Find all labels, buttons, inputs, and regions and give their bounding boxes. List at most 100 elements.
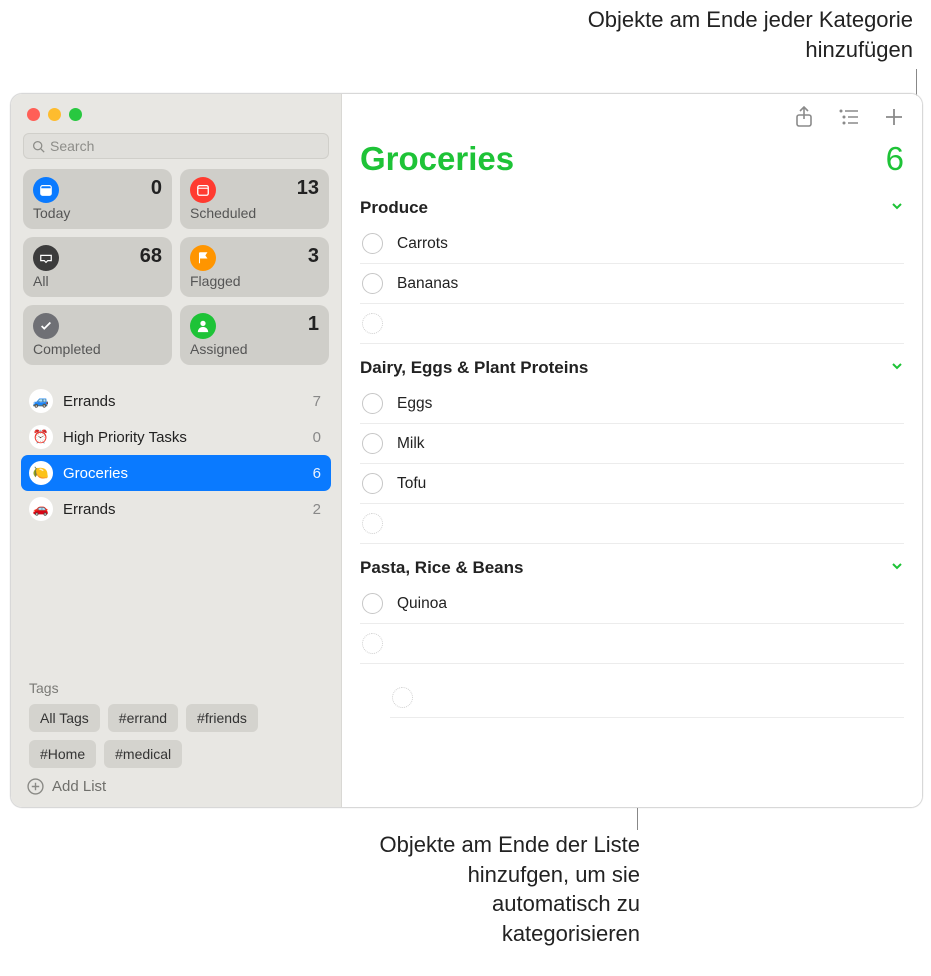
minimize-window-button[interactable] <box>48 108 61 121</box>
section-title: Dairy, Eggs & Plant Proteins <box>360 358 588 378</box>
add-item-circle-icon <box>362 313 383 334</box>
smart-label: Completed <box>33 341 162 357</box>
list-header: Groceries 6 <box>342 140 922 184</box>
search-icon <box>32 140 45 153</box>
annotation-top: Objekte am Ende jeder Kategorie hinzufüg… <box>513 5 913 64</box>
section-title: Produce <box>360 198 428 218</box>
smart-assigned[interactable]: 1 Assigned <box>180 305 329 365</box>
list-label: Groceries <box>63 465 128 482</box>
complete-toggle[interactable] <box>362 473 383 494</box>
section-header[interactable]: Produce <box>360 184 904 224</box>
list-count: 0 <box>313 429 321 446</box>
tags: All Tags #errand #friends #Home #medical <box>29 704 329 768</box>
add-item-row[interactable] <box>360 504 904 544</box>
reminder-label: Carrots <box>397 235 448 253</box>
zoom-window-button[interactable] <box>69 108 82 121</box>
list-count: 6 <box>886 140 904 178</box>
list-icon: 🚙 <box>29 389 53 413</box>
smart-completed[interactable]: Completed <box>23 305 172 365</box>
reminder-item[interactable]: Tofu <box>360 464 904 504</box>
calendar-icon <box>190 177 216 203</box>
complete-toggle[interactable] <box>362 273 383 294</box>
reminder-item[interactable]: Bananas <box>360 264 904 304</box>
sidebar-list-item[interactable]: 🚗Errands2 <box>21 491 331 527</box>
list-label: Errands <box>63 393 116 410</box>
smart-count: 3 <box>308 245 319 268</box>
section-header[interactable]: Pasta, Rice & Beans <box>360 544 904 584</box>
tag[interactable]: #errand <box>108 704 178 732</box>
reminder-item[interactable]: Carrots <box>360 224 904 264</box>
share-button[interactable] <box>794 106 814 128</box>
new-reminder-button[interactable] <box>884 107 904 127</box>
tag[interactable]: #friends <box>186 704 258 732</box>
chevron-down-icon <box>890 558 904 578</box>
list-label: High Priority Tasks <box>63 429 187 446</box>
sections: Produce Carrots Bananas Dairy, Eggs & Plant… <box>342 184 922 807</box>
reminder-item[interactable]: Eggs <box>360 384 904 424</box>
reminder-label: Bananas <box>397 275 458 293</box>
complete-toggle[interactable] <box>362 233 383 254</box>
reminder-label: Quinoa <box>397 595 447 613</box>
list-count: 2 <box>313 501 321 518</box>
smart-count: 1 <box>308 313 319 336</box>
tags-section: Tags All Tags #errand #friends #Home #medica… <box>11 668 341 768</box>
add-item-row[interactable] <box>360 624 904 664</box>
complete-toggle[interactable] <box>362 433 383 454</box>
toolbar <box>342 94 922 140</box>
plus-icon <box>884 107 904 127</box>
tags-heading: Tags <box>29 680 329 696</box>
list-bullet-indent-icon <box>838 108 860 126</box>
smart-label: All <box>33 273 162 289</box>
list-title: Groceries <box>360 140 514 178</box>
share-icon <box>794 106 814 128</box>
close-window-button[interactable] <box>27 108 40 121</box>
sidebar-list-item[interactable]: 🍋 Groceries 6 <box>21 455 331 491</box>
complete-toggle[interactable] <box>362 593 383 614</box>
smart-label: Today <box>33 205 162 221</box>
main-panel: Groceries 6 Produce Carrots Bananas Dairy, … <box>342 94 922 807</box>
smart-scheduled[interactable]: 13 Scheduled <box>180 169 329 229</box>
search-placeholder: Search <box>50 138 94 154</box>
view-options-button[interactable] <box>838 108 860 126</box>
sidebar: Search 0 Today 13 Scheduled <box>11 94 342 807</box>
tag[interactable]: All Tags <box>29 704 100 732</box>
smart-count: 0 <box>151 177 162 200</box>
add-item-circle-icon <box>392 687 413 708</box>
add-item-row[interactable] <box>360 304 904 344</box>
tag[interactable]: #medical <box>104 740 182 768</box>
checkmark-icon <box>33 313 59 339</box>
reminder-label: Eggs <box>397 395 432 413</box>
smart-flagged[interactable]: 3 Flagged <box>180 237 329 297</box>
sidebar-list-item[interactable]: 🚙 Errands 7 <box>21 383 331 419</box>
person-icon <box>190 313 216 339</box>
list-count: 6 <box>313 465 321 482</box>
search-input[interactable]: Search <box>23 133 329 159</box>
annotation-bottom: Objekte am Ende der Liste hinzufgen, um … <box>370 830 640 949</box>
list-count: 7 <box>313 393 321 410</box>
reminder-label: Milk <box>397 435 425 453</box>
add-item-row-uncategorized[interactable] <box>390 678 904 718</box>
window-controls <box>11 94 341 133</box>
smart-today[interactable]: 0 Today <box>23 169 172 229</box>
sidebar-list-item[interactable]: ⏰ High Priority Tasks 0 <box>21 419 331 455</box>
app-window: Search 0 Today 13 Scheduled <box>10 93 923 808</box>
inbox-icon <box>33 245 59 271</box>
chevron-down-icon <box>890 358 904 378</box>
complete-toggle[interactable] <box>362 393 383 414</box>
reminder-item[interactable]: Milk <box>360 424 904 464</box>
add-list-label: Add List <box>52 778 106 795</box>
smart-count: 68 <box>140 245 162 268</box>
flag-icon <box>190 245 216 271</box>
calendar-today-icon <box>33 177 59 203</box>
plus-circle-icon <box>27 778 44 795</box>
smart-all[interactable]: 68 All <box>23 237 172 297</box>
smart-label: Flagged <box>190 273 319 289</box>
list-icon: ⏰ <box>29 425 53 449</box>
smart-label: Assigned <box>190 341 319 357</box>
smart-count: 13 <box>297 177 319 200</box>
reminder-item[interactable]: Quinoa <box>360 584 904 624</box>
tag[interactable]: #Home <box>29 740 96 768</box>
add-list-button[interactable]: Add List <box>11 768 341 807</box>
section-header[interactable]: Dairy, Eggs & Plant Proteins <box>360 344 904 384</box>
list-icon: 🍋 <box>29 461 53 485</box>
